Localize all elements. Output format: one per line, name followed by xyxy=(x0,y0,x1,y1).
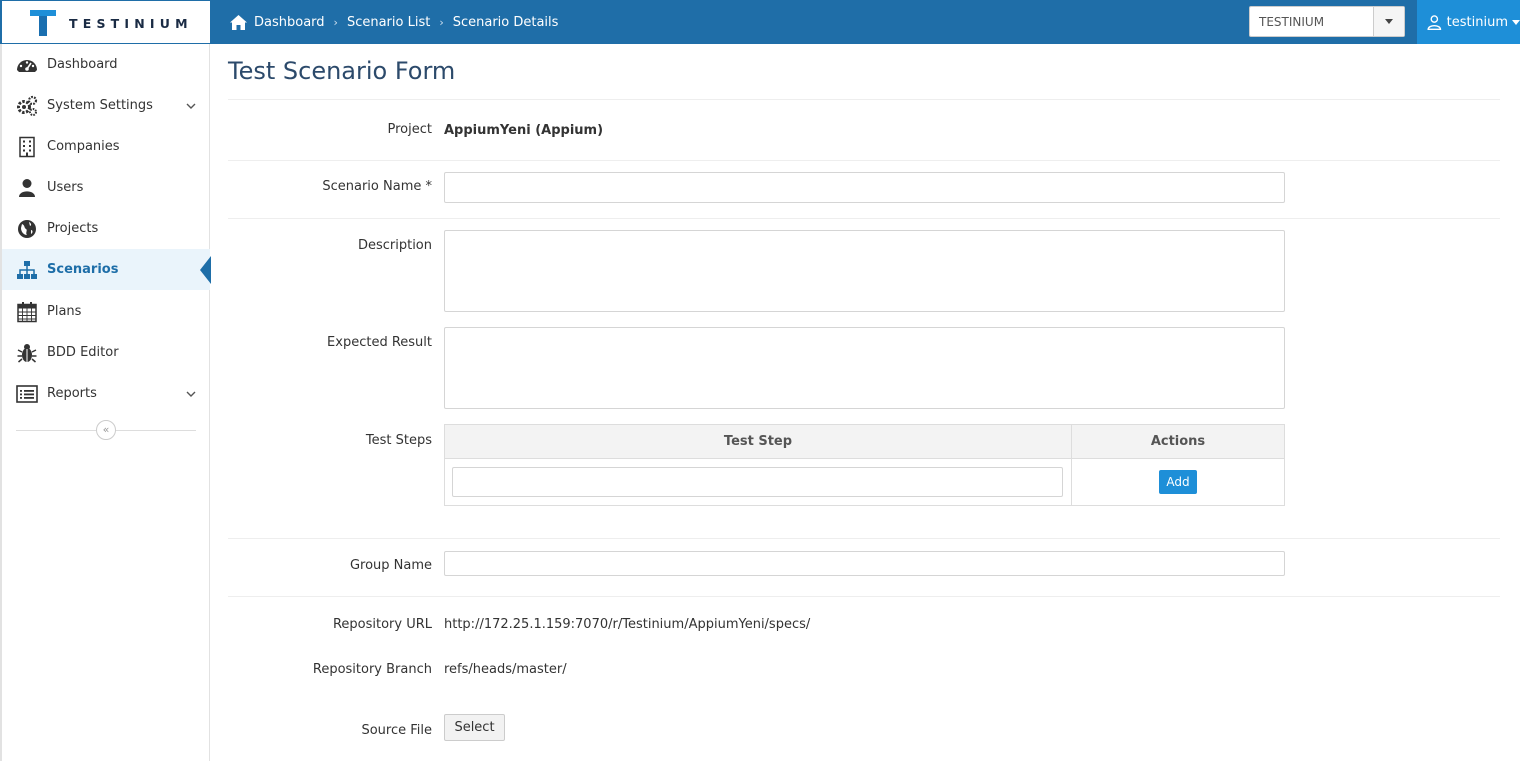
sidebar-item-label: BDD Editor xyxy=(47,345,119,360)
sidebar-item-label: Dashboard xyxy=(47,57,118,72)
page-title: Test Scenario Form xyxy=(228,57,456,85)
project-value: AppiumYeni (Appium) xyxy=(444,123,604,138)
user-menu-button[interactable]: testinium xyxy=(1417,0,1520,44)
breadcrumb-scenario-details: Scenario Details xyxy=(452,14,559,30)
collapse-sidebar-icon[interactable]: « xyxy=(96,420,116,440)
caret-down-icon[interactable] xyxy=(1373,7,1404,36)
sidebar-item-label: System Settings xyxy=(47,98,153,113)
test-steps-label: Test Steps xyxy=(365,433,432,448)
table-header: Test Step Actions xyxy=(445,425,1284,459)
divider xyxy=(228,99,1500,100)
sidebar-item-projects[interactable]: Projects xyxy=(2,208,210,249)
sidebar: Dashboard System Settings Companies User… xyxy=(0,44,211,761)
expected-result-textarea[interactable] xyxy=(444,327,1285,409)
select-source-file-button[interactable]: Select xyxy=(444,714,505,741)
group-name-input[interactable] xyxy=(444,551,1285,576)
list-icon xyxy=(16,384,38,403)
add-step-button[interactable]: Add xyxy=(1159,470,1197,494)
logo[interactable]: TESTINIUM xyxy=(2,1,210,43)
dashboard-icon xyxy=(17,59,37,72)
breadcrumb-separator-icon: › xyxy=(333,15,338,29)
sidebar-item-scenarios[interactable]: Scenarios xyxy=(2,249,211,290)
repository-url-value: http://172.25.1.159:7070/r/Testinium/App… xyxy=(444,617,811,632)
breadcrumb-scenario-list[interactable]: Scenario List xyxy=(347,15,430,30)
user-name: testinium xyxy=(1446,14,1508,30)
repository-branch-label: Repository Branch xyxy=(312,662,432,677)
description-textarea[interactable] xyxy=(444,230,1285,312)
organization-select[interactable]: TESTINIUM xyxy=(1249,6,1405,37)
sidebar-item-label: Plans xyxy=(47,304,82,319)
top-bar: TESTINIUM Dashboard › Scenario List › Sc… xyxy=(0,0,1520,44)
main-content: Test Scenario Form Project AppiumYeni (A… xyxy=(228,44,1500,761)
divider xyxy=(228,538,1500,539)
breadcrumb: Dashboard › Scenario List › Scenario Det… xyxy=(230,0,558,44)
sidebar-item-companies[interactable]: Companies xyxy=(2,126,210,167)
column-divider xyxy=(1071,425,1072,505)
chevron-down-icon xyxy=(186,103,196,109)
sidebar-item-label: Projects xyxy=(47,221,99,236)
sidebar-item-label: Reports xyxy=(47,386,97,401)
organization-select-value: TESTINIUM xyxy=(1259,15,1325,29)
scenario-name-input[interactable] xyxy=(444,172,1285,203)
user-icon xyxy=(1427,14,1442,30)
globe-icon xyxy=(18,219,36,238)
active-indicator xyxy=(200,256,211,284)
logo-text: TESTINIUM xyxy=(69,16,193,31)
divider xyxy=(228,160,1500,161)
gears-icon xyxy=(17,95,38,116)
building-icon xyxy=(19,136,35,157)
sidebar-item-system-settings[interactable]: System Settings xyxy=(2,85,210,126)
project-label: Project xyxy=(387,122,432,137)
breadcrumb-separator-icon: › xyxy=(439,15,444,29)
user-icon xyxy=(19,178,35,197)
repository-branch-value: refs/heads/master/ xyxy=(444,662,567,677)
breadcrumb-dashboard[interactable]: Dashboard xyxy=(254,15,325,30)
sidebar-item-users[interactable]: Users xyxy=(2,167,210,208)
description-label: Description xyxy=(357,238,432,253)
home-icon[interactable] xyxy=(230,14,247,30)
sidebar-item-label: Companies xyxy=(47,139,120,154)
sidebar-item-reports[interactable]: Reports xyxy=(2,373,210,414)
caret-down-icon xyxy=(1512,19,1520,25)
sidebar-item-dashboard[interactable]: Dashboard xyxy=(2,44,210,85)
divider xyxy=(228,596,1500,597)
column-header-actions: Actions xyxy=(1150,434,1206,449)
group-name-label: Group Name xyxy=(349,558,432,573)
expected-result-label: Expected Result xyxy=(327,335,432,350)
bug-icon xyxy=(17,343,37,363)
sitemap-icon xyxy=(17,260,37,279)
sidebar-item-label: Users xyxy=(47,180,84,195)
calendar-icon xyxy=(17,301,37,322)
chevron-down-icon xyxy=(186,391,196,397)
column-header-test-step: Test Step xyxy=(723,434,793,449)
scenario-name-label: Scenario Name * xyxy=(322,179,432,194)
repository-url-label: Repository URL xyxy=(332,617,432,632)
source-file-label: Source File xyxy=(361,723,432,738)
test-step-input[interactable] xyxy=(452,467,1063,497)
sidebar-item-bdd-editor[interactable]: BDD Editor xyxy=(2,332,210,373)
sidebar-item-plans[interactable]: Plans xyxy=(2,291,210,332)
divider xyxy=(228,218,1500,219)
testinium-logo-icon xyxy=(30,10,56,36)
sidebar-item-label: Scenarios xyxy=(47,262,119,277)
test-steps-table: Test Step Actions Add xyxy=(444,424,1285,506)
